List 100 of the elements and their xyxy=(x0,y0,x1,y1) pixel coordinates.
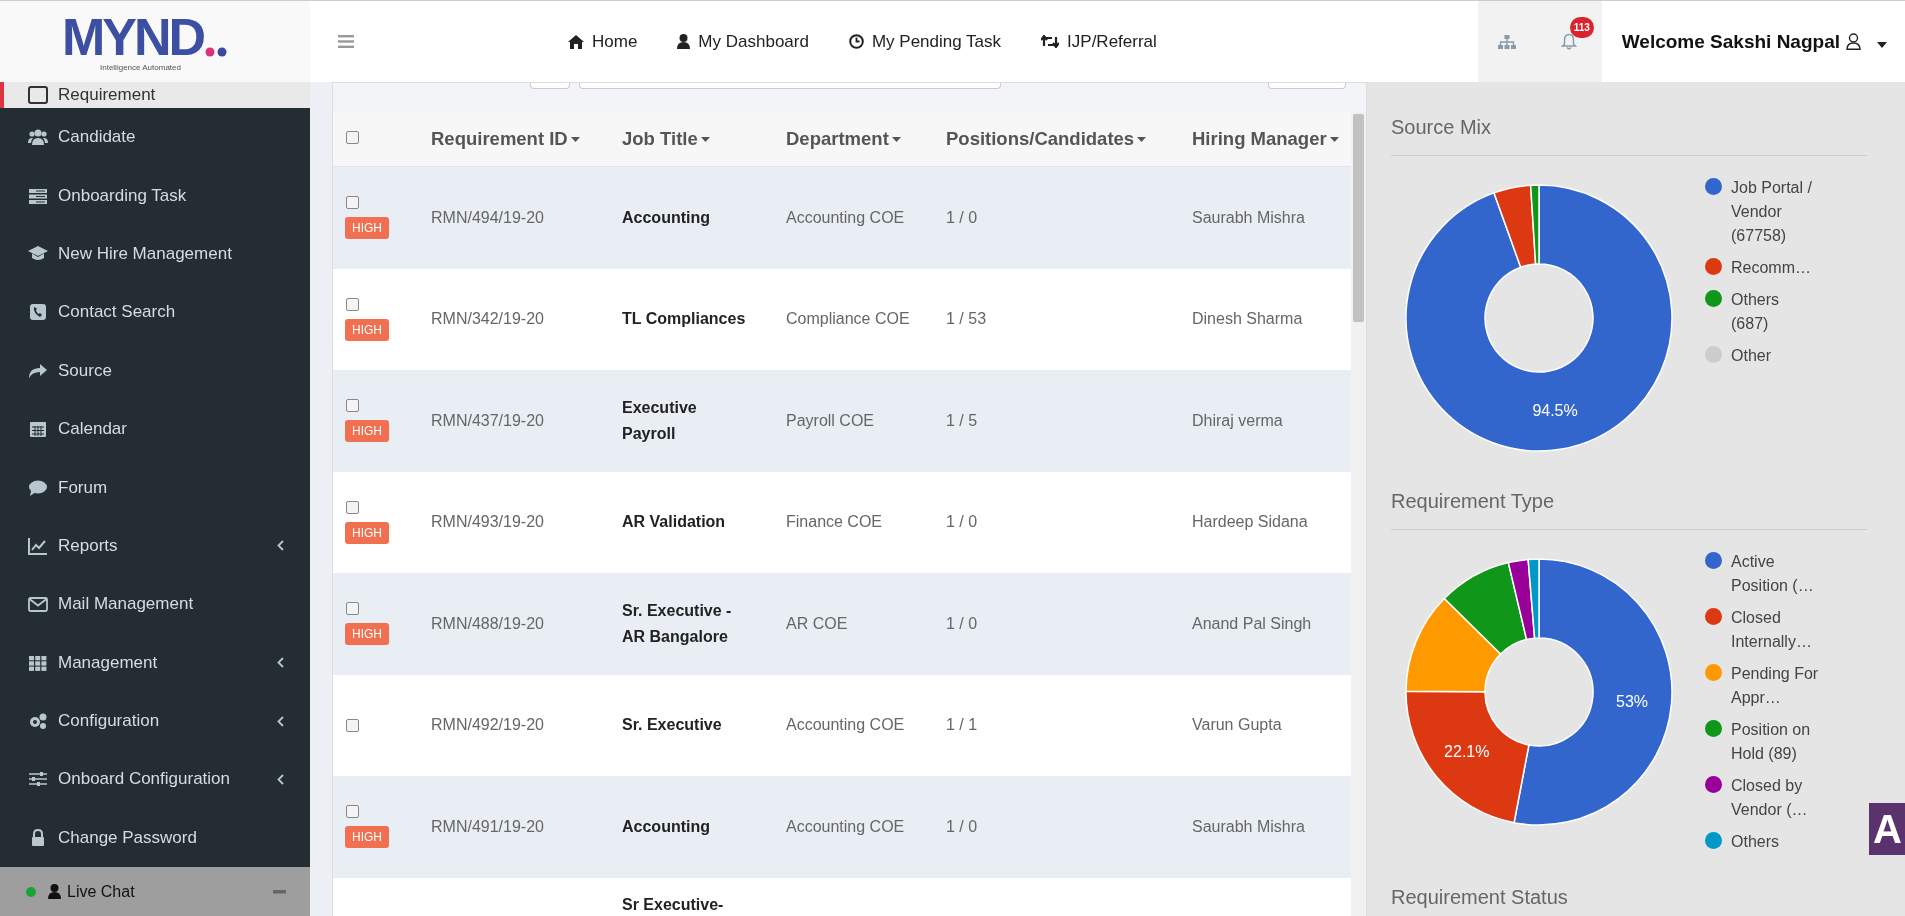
sidebar-item[interactable]: Forum xyxy=(0,458,310,517)
table-cell: Accounting COE xyxy=(786,817,905,835)
legend-label[interactable]: Other xyxy=(1731,344,1819,368)
caret-icon xyxy=(1329,136,1339,142)
row-checkbox[interactable] xyxy=(346,602,359,616)
sidebar-item[interactable]: Change Password xyxy=(0,808,310,868)
priority-tag: HIGH xyxy=(345,420,389,443)
table-cell-text: AR Validation xyxy=(622,512,726,533)
sidebar-item[interactable]: Contact Search xyxy=(0,283,310,342)
chart-slice[interactable] xyxy=(1405,597,1502,693)
column-header[interactable]: Hiring Manager xyxy=(1192,128,1351,150)
notifications-button[interactable]: 113 xyxy=(1535,1,1602,82)
input-field[interactable] xyxy=(579,83,1001,89)
logo-text: MYND xyxy=(62,11,204,63)
row-checkbox[interactable] xyxy=(346,297,359,311)
row-checkbox[interactable] xyxy=(346,196,359,210)
sidebar-item[interactable]: Configuration xyxy=(0,691,310,751)
minimize-icon[interactable] xyxy=(273,889,286,894)
table-cell: Varun Gupta xyxy=(1192,716,1282,734)
table-row[interactable]: HIGH RMN/488/19-20 Sr. Executive - AR Bangalore AR COE 1 / 0 Anand Pal Singh xyxy=(333,573,1351,675)
table-cell: 1 / 0 xyxy=(946,513,978,531)
sidebar-item[interactable]: Reports xyxy=(0,516,310,576)
table-cell: Accounting COE xyxy=(786,716,905,734)
column-header[interactable]: Department xyxy=(786,128,946,150)
live-chat-bar[interactable]: Live Chat xyxy=(0,867,310,916)
user-menu[interactable]: Welcome Sakshi Nagpal xyxy=(1601,30,1905,53)
row-checkbox[interactable] xyxy=(346,500,359,514)
sidebar-item[interactable]: Onboarding Task xyxy=(0,166,310,225)
chart-slice[interactable] xyxy=(1493,184,1537,268)
chart-slice[interactable] xyxy=(1405,184,1673,452)
table-cell: 1 / 0 xyxy=(946,817,978,835)
sidebar-item[interactable]: Onboard Configuration xyxy=(0,750,310,809)
table-cell-text: Sr. Executive xyxy=(622,715,722,736)
chart-slice[interactable] xyxy=(1443,561,1528,655)
column-header[interactable]: Requirement ID xyxy=(431,128,622,150)
table-cell-text: Sr Executive- xyxy=(622,894,724,915)
table-cell-text: Accounting xyxy=(622,816,710,837)
legend-label[interactable]: Others xyxy=(1731,830,1819,854)
bell-icon xyxy=(1560,33,1577,50)
table-cell: Compliance COE xyxy=(786,310,910,328)
select-all-checkbox[interactable] xyxy=(346,131,359,144)
nav-link[interactable]: IJP/Referral xyxy=(1041,31,1157,52)
slice-label: 53% xyxy=(1616,692,1649,710)
table-row[interactable]: HIGH RMN/437/19-20 Executive Payroll Payroll COE 1 / 5 Dhiraj verma xyxy=(333,370,1351,472)
sidebar-item[interactable]: Requirement xyxy=(0,82,310,108)
grid-icon xyxy=(28,653,48,672)
sidebar-item[interactable]: Source xyxy=(0,341,310,400)
chat-widget-button[interactable]: A xyxy=(1869,803,1905,855)
input-field[interactable] xyxy=(530,83,570,89)
users-icon xyxy=(28,128,48,147)
nav-link[interactable]: My Pending Task xyxy=(848,31,1002,52)
legend-label[interactable]: Closed by Vendor (… xyxy=(1731,774,1819,822)
table-cell: Dinesh Sharma xyxy=(1192,310,1303,328)
legend-label[interactable]: Closed Internally… xyxy=(1731,606,1819,654)
sidebar-item[interactable]: Calendar xyxy=(0,399,310,459)
table-cell: Saurabh Mishra xyxy=(1192,817,1305,835)
sidebar-item[interactable]: Candidate xyxy=(0,108,310,167)
priority-tag: HIGH xyxy=(345,826,389,849)
input-field[interactable] xyxy=(1268,83,1346,89)
legend-label[interactable]: Active Position (… xyxy=(1731,550,1819,598)
chevron-icon xyxy=(277,774,284,785)
priority-tag: HIGH xyxy=(345,623,389,646)
sidebar-item[interactable]: Mail Management xyxy=(0,575,310,634)
nav-link[interactable]: My Dashboard xyxy=(677,31,809,52)
org-chart-button[interactable] xyxy=(1477,1,1536,82)
list-icon xyxy=(28,186,48,205)
chart-slice[interactable] xyxy=(1527,558,1540,639)
scrollbar[interactable] xyxy=(1351,112,1366,916)
live-chat-label: Live Chat xyxy=(67,882,135,901)
legend-label[interactable]: Position on Hold (89) xyxy=(1731,718,1819,766)
legend-label[interactable]: Job Portal / Vendor (67758) xyxy=(1731,176,1819,248)
row-checkbox[interactable] xyxy=(346,399,359,413)
chart-slice[interactable] xyxy=(1507,558,1536,641)
panel-title: Requirement Status xyxy=(1391,886,1867,916)
priority-tag: HIGH xyxy=(345,217,389,240)
slice-label: 94.5% xyxy=(1532,402,1578,420)
nav-link[interactable]: Home xyxy=(568,31,638,52)
legend-label[interactable]: Recomm… xyxy=(1731,256,1819,280)
sitemap-icon xyxy=(1497,34,1516,49)
table-cell: Hardeep Sidana xyxy=(1192,513,1308,531)
sidebar-item[interactable]: New Hire Management xyxy=(0,224,310,284)
chart-slice[interactable] xyxy=(1529,184,1540,265)
column-header[interactable]: Positions/Candidates xyxy=(946,128,1192,150)
row-checkbox[interactable] xyxy=(346,805,359,819)
panel-title: Requirement Type xyxy=(1391,490,1867,530)
sidebar-item[interactable]: Management xyxy=(0,633,310,692)
row-checkbox[interactable] xyxy=(346,718,359,732)
column-header[interactable]: Job Title xyxy=(622,128,786,150)
menu-icon[interactable] xyxy=(338,35,354,48)
line-chart-icon xyxy=(28,536,48,555)
table-row[interactable]: HIGH RMN/494/19-20 Accounting Accounting COE 1 / 0 Saurabh Mishra xyxy=(333,167,1351,269)
user-icon xyxy=(677,34,691,49)
legend-label[interactable]: Pending For Appr… xyxy=(1731,662,1819,710)
chart-slice[interactable] xyxy=(1513,558,1673,826)
chart-slice[interactable] xyxy=(1405,690,1530,824)
table-row[interactable]: HIGH RMN/491/19-20 Accounting Accounting COE 1 / 0 Saurabh Mishra xyxy=(333,776,1351,878)
legend-label[interactable]: Others (687) xyxy=(1731,288,1819,336)
retweet-icon xyxy=(1041,35,1060,48)
table-cell: RMN/488/19-20 xyxy=(431,614,544,632)
logo[interactable]: MYND Intelligence Automated xyxy=(0,1,310,82)
